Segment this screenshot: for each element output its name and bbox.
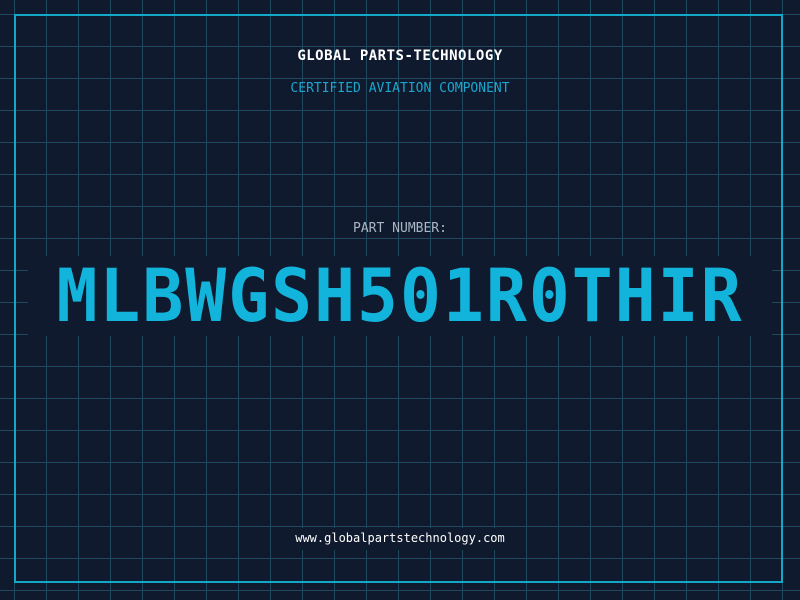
- part-number-value: MLBWGSH501R0THIR: [56, 253, 744, 340]
- certification-subtitle: CERTIFIED AVIATION COMPONENT: [290, 81, 510, 96]
- company-name: GLOBAL PARTS-TECHNOLOGY: [297, 48, 503, 64]
- certificate-page: GLOBAL PARTS-TECHNOLOGY CERTIFIED AVIATI…: [0, 0, 800, 600]
- website-url: www.globalpartstechnology.com: [295, 531, 505, 545]
- part-number-label: PART NUMBER:: [353, 221, 447, 236]
